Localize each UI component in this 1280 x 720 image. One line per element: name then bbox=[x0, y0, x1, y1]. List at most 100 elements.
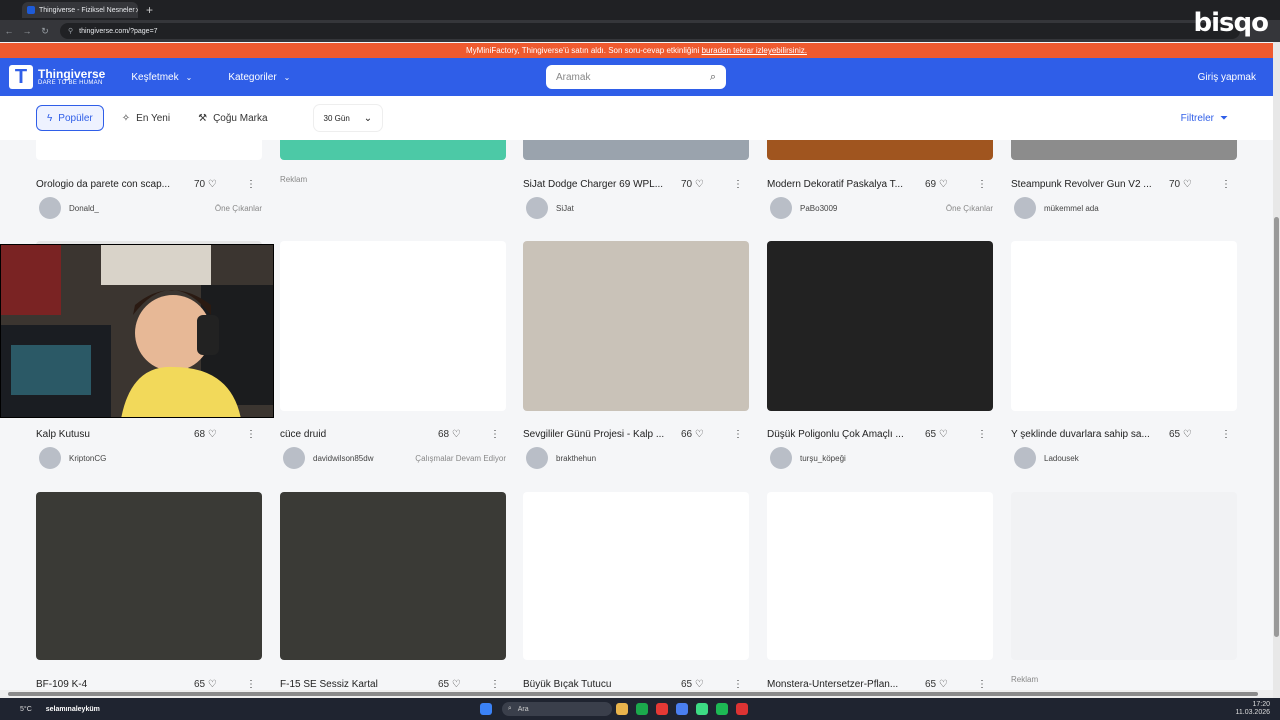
like-count[interactable]: 68 ♡ bbox=[438, 429, 461, 440]
site-info-icon[interactable]: ⚲ bbox=[68, 27, 73, 35]
heart-icon[interactable]: ♡ bbox=[936, 679, 948, 690]
username[interactable]: brakthehun bbox=[556, 454, 596, 463]
thing-thumbnail[interactable] bbox=[280, 492, 506, 660]
heart-icon[interactable]: ♡ bbox=[205, 179, 217, 190]
avatar[interactable] bbox=[39, 197, 61, 219]
like-count[interactable]: 65 ♡ bbox=[194, 679, 217, 690]
thing-title[interactable]: Düşük Poligonlu Çok Amaçlı ... bbox=[767, 429, 927, 440]
avatar[interactable] bbox=[1014, 447, 1036, 469]
app-icon[interactable] bbox=[735, 703, 748, 715]
more-options-icon[interactable]: ⋮ bbox=[977, 179, 987, 190]
thing-title[interactable]: Büyük Bıçak Tutucu bbox=[523, 679, 683, 690]
start-icon[interactable] bbox=[479, 703, 492, 715]
time-range-select[interactable]: 30 Gün ⌄ bbox=[313, 105, 383, 131]
thing-thumbnail[interactable] bbox=[523, 241, 749, 411]
weather-widget[interactable]: 5°C bbox=[20, 706, 32, 713]
more-options-icon[interactable]: ⋮ bbox=[1221, 429, 1231, 440]
username[interactable]: KriptonCG bbox=[69, 454, 106, 463]
explore-menu[interactable]: Keşfetmek ⌄ bbox=[131, 72, 192, 83]
thingiverse-logo[interactable]: T Thingiverse DARE TO BE HUMAN bbox=[9, 65, 105, 89]
like-count[interactable]: 70 ♡ bbox=[194, 179, 217, 190]
avatar[interactable] bbox=[283, 447, 305, 469]
username[interactable]: turşu_köpeği bbox=[800, 454, 846, 463]
browser-tab[interactable]: Thingiverse - Fiziksel Nesneler ✕ bbox=[22, 2, 138, 18]
like-count[interactable]: 69 ♡ bbox=[925, 179, 948, 190]
avatar[interactable] bbox=[770, 447, 792, 469]
username[interactable]: SiJat bbox=[556, 204, 574, 213]
more-options-icon[interactable]: ⋮ bbox=[733, 679, 743, 690]
close-tab-icon[interactable]: ✕ bbox=[135, 6, 138, 15]
avatar[interactable] bbox=[526, 447, 548, 469]
heart-icon[interactable]: ♡ bbox=[205, 679, 217, 690]
avatar[interactable] bbox=[1014, 197, 1036, 219]
login-button[interactable]: Giriş yapmak bbox=[1198, 72, 1256, 83]
vertical-scrollbar[interactable] bbox=[1273, 42, 1280, 698]
heart-icon[interactable]: ♡ bbox=[692, 679, 704, 690]
like-count[interactable]: 66 ♡ bbox=[681, 429, 704, 440]
app-icon[interactable] bbox=[675, 703, 688, 715]
forward-icon[interactable]: → bbox=[18, 26, 36, 36]
banner-link[interactable]: buradan tekrar izleyebilirsiniz. bbox=[702, 46, 807, 55]
categories-menu[interactable]: Kategoriler ⌄ bbox=[228, 72, 290, 83]
clock-date[interactable]: 11.03.2026 bbox=[1235, 709, 1270, 716]
filters-button[interactable]: Filtreler ⏷ bbox=[1181, 113, 1228, 124]
thing-thumbnail[interactable] bbox=[36, 140, 262, 160]
heart-icon[interactable]: ♡ bbox=[936, 179, 948, 190]
heart-icon[interactable]: ♡ bbox=[1180, 179, 1192, 190]
more-options-icon[interactable]: ⋮ bbox=[733, 429, 743, 440]
new-tab-icon[interactable]: + bbox=[146, 3, 153, 17]
file-explorer-icon[interactable] bbox=[615, 703, 628, 715]
heart-icon[interactable]: ♡ bbox=[692, 429, 704, 440]
more-options-icon[interactable]: ⋮ bbox=[490, 679, 500, 690]
avatar[interactable] bbox=[526, 197, 548, 219]
thing-thumbnail[interactable] bbox=[280, 241, 506, 411]
thing-title[interactable]: Orologio da parete con scap... bbox=[36, 179, 196, 190]
heart-icon[interactable]: ♡ bbox=[692, 179, 704, 190]
search-icon[interactable]: ⌕ bbox=[710, 71, 716, 84]
reload-icon[interactable]: ↻ bbox=[36, 26, 54, 37]
spotify-icon[interactable] bbox=[715, 703, 728, 715]
horizontal-scrollbar[interactable] bbox=[0, 690, 1273, 698]
address-bar[interactable]: ⚲ thingiverse.com/?page=7 bbox=[60, 23, 1240, 39]
avatar[interactable] bbox=[770, 197, 792, 219]
like-count[interactable]: 65 ♡ bbox=[925, 429, 948, 440]
edge-icon[interactable] bbox=[635, 703, 648, 715]
thing-title[interactable]: Monstera-Untersetzer-Pflan... bbox=[767, 679, 927, 690]
thing-title[interactable]: F-15 SE Sessiz Kartal bbox=[280, 679, 440, 690]
thing-title[interactable]: Kalp Kutusu bbox=[36, 429, 196, 440]
thing-title[interactable]: cüce druid bbox=[280, 429, 440, 440]
like-count[interactable]: 65 ♡ bbox=[438, 679, 461, 690]
more-options-icon[interactable]: ⋮ bbox=[977, 429, 987, 440]
thing-title[interactable]: Sevgililer Günü Projesi - Kalp ... bbox=[523, 429, 683, 440]
thing-thumbnail[interactable] bbox=[36, 492, 262, 660]
hscroll-thumb[interactable] bbox=[8, 692, 1258, 696]
heart-icon[interactable]: ♡ bbox=[449, 429, 461, 440]
chrome-icon[interactable] bbox=[695, 703, 708, 715]
like-count[interactable]: 70 ♡ bbox=[681, 179, 704, 190]
thing-title[interactable]: Y şeklinde duvarlara sahip sa... bbox=[1011, 429, 1171, 440]
thing-thumbnail[interactable] bbox=[767, 492, 993, 660]
like-count[interactable]: 65 ♡ bbox=[925, 679, 948, 690]
scrollbar-thumb[interactable] bbox=[1274, 217, 1279, 637]
thing-thumbnail[interactable] bbox=[767, 241, 993, 411]
heart-icon[interactable]: ♡ bbox=[205, 429, 217, 440]
back-icon[interactable]: ← bbox=[0, 26, 18, 36]
search-input[interactable]: Aramak ⌕ bbox=[546, 65, 726, 89]
like-count[interactable]: 70 ♡ bbox=[1169, 179, 1192, 190]
thing-thumbnail[interactable] bbox=[523, 492, 749, 660]
username[interactable]: Donald_ bbox=[69, 204, 99, 213]
opera-icon[interactable] bbox=[655, 703, 668, 715]
like-count[interactable]: 68 ♡ bbox=[194, 429, 217, 440]
thing-thumbnail[interactable] bbox=[523, 140, 749, 160]
thing-title[interactable]: BF-109 K-4 bbox=[36, 679, 196, 690]
thing-thumbnail[interactable] bbox=[767, 140, 993, 160]
taskbar-search[interactable]: ⌕ Ara bbox=[501, 702, 612, 716]
more-options-icon[interactable]: ⋮ bbox=[246, 429, 256, 440]
clock-time[interactable]: 17:20 bbox=[1252, 701, 1270, 708]
more-options-icon[interactable]: ⋮ bbox=[977, 679, 987, 690]
avatar[interactable] bbox=[39, 447, 61, 469]
username[interactable]: mükemmel ada bbox=[1044, 204, 1099, 213]
thing-title[interactable]: Steampunk Revolver Gun V2 ... bbox=[1011, 179, 1171, 190]
thing-title[interactable]: Modern Dekoratif Paskalya T... bbox=[767, 179, 927, 190]
more-options-icon[interactable]: ⋮ bbox=[246, 679, 256, 690]
